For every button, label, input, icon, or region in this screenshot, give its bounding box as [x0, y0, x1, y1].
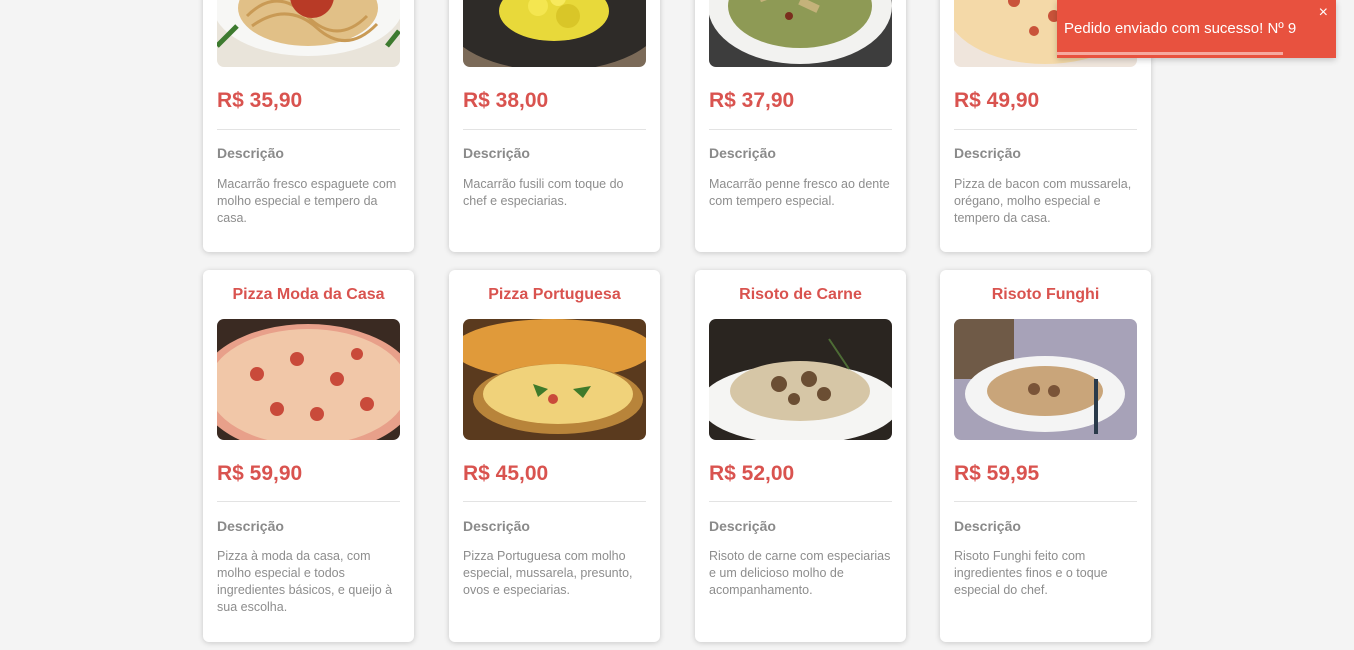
product-card[interactable]: R$ 35,90 Descrição Macarrão fresco espag… [203, 0, 414, 252]
fusilli-image [463, 0, 646, 67]
product-name: Pizza Moda da Casa [232, 286, 385, 303]
product-description: Pizza de bacon com mussarela, orégano, m… [954, 177, 1132, 225]
description-label: Descrição [463, 518, 530, 534]
product-name: Risoto de Carne [739, 286, 862, 303]
divider [463, 501, 646, 502]
description-label: Descrição [954, 518, 1021, 534]
product-price: R$ 37,90 [709, 89, 795, 112]
divider [954, 501, 1137, 502]
product-description: Macarrão penne fresco ao dente com tempe… [709, 177, 890, 208]
product-price: R$ 52,00 [709, 462, 795, 485]
risoto-de-carne-image [709, 319, 892, 440]
toast-progress-bar [1057, 52, 1283, 55]
product-card[interactable]: Pizza Portuguesa R$ 45,00 Descrição Pizz… [449, 270, 660, 642]
product-description: Pizza Portuguesa com molho especial, mus… [463, 549, 633, 597]
product-description: Macarrão fresco espaguete com molho espe… [217, 177, 397, 225]
product-name: Risoto Funghi [991, 286, 1100, 303]
divider [709, 501, 892, 502]
toast-message: Pedido enviado com sucesso! Nº 9 [1064, 20, 1297, 37]
product-card[interactable]: R$ 37,90 Descrição Macarrão penne fresco… [695, 0, 906, 252]
product-card[interactable]: Pizza Moda da Casa R$ 59,90 Descrição Pi… [203, 270, 414, 642]
divider [217, 501, 400, 502]
pizza-portuguesa-image [463, 319, 646, 440]
product-description: Macarrão fusili com toque do chef e espe… [463, 177, 624, 208]
product-description: Pizza à moda da casa, com molho especial… [217, 549, 393, 614]
divider [463, 129, 646, 130]
product-price: R$ 35,90 [217, 89, 303, 112]
description-label: Descrição [954, 145, 1021, 161]
description-label: Descrição [709, 518, 776, 534]
product-price: R$ 59,90 [217, 462, 303, 485]
product-price: R$ 49,90 [954, 89, 1040, 112]
pizza-moda-da-casa-image [217, 319, 400, 440]
product-price: R$ 59,95 [954, 462, 1040, 485]
product-name: Pizza Portuguesa [488, 286, 621, 303]
penne-image [709, 0, 892, 67]
spaghetti-image [217, 0, 400, 67]
product-card[interactable]: Risoto de Carne R$ 52,00 Descrição Risot… [695, 270, 906, 642]
description-label: Descrição [217, 145, 284, 161]
product-description: Risoto de carne com especiarias e um del… [709, 549, 891, 597]
product-price: R$ 38,00 [463, 89, 549, 112]
description-label: Descrição [217, 518, 284, 534]
description-label: Descrição [709, 145, 776, 161]
divider [709, 129, 892, 130]
divider [954, 129, 1137, 130]
product-card[interactable]: Risoto Funghi R$ 59,95 Descrição Risoto … [940, 270, 1151, 642]
description-label: Descrição [463, 145, 530, 161]
product-price: R$ 45,00 [463, 462, 549, 485]
risoto-funghi-image [954, 319, 1137, 440]
product-card[interactable]: R$ 38,00 Descrição Macarrão fusili com t… [449, 0, 660, 252]
product-description: Risoto Funghi feito com ingredientes fin… [954, 549, 1108, 597]
close-icon[interactable]: × [1319, 4, 1328, 22]
success-toast[interactable]: Pedido enviado com sucesso! Nº 9 × [1057, 0, 1336, 58]
divider [217, 129, 400, 130]
